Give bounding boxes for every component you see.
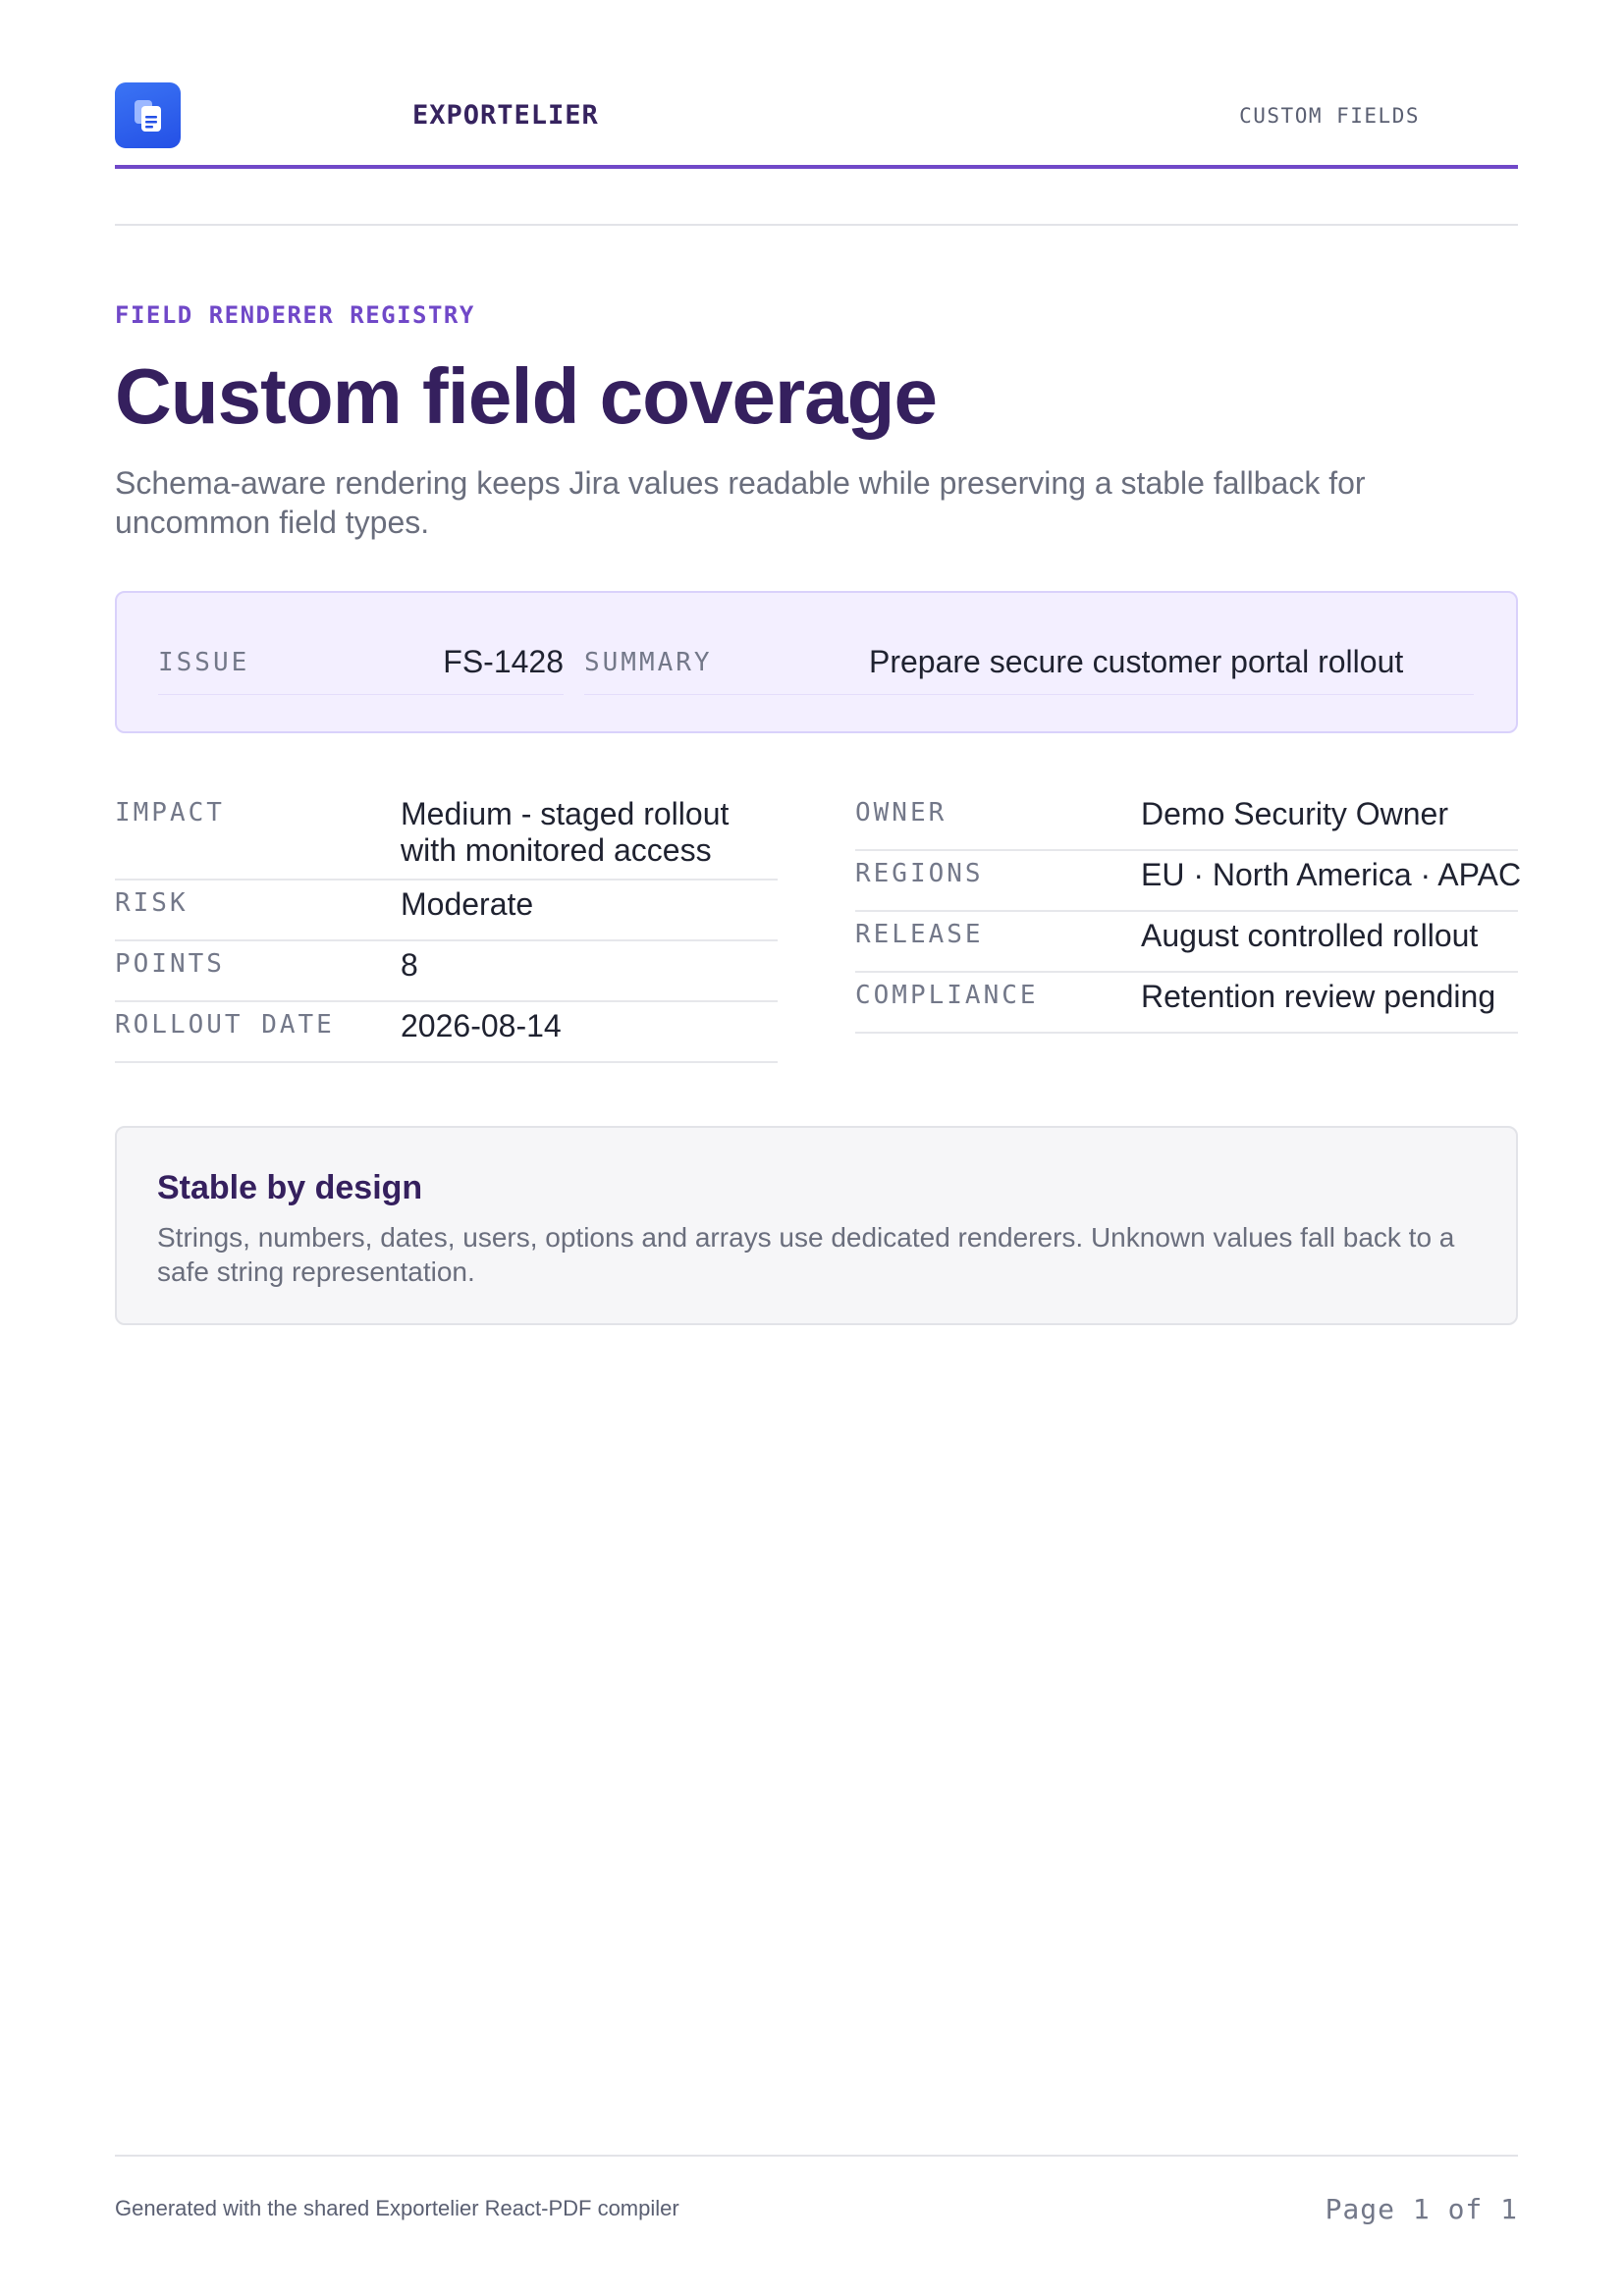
field-row-release: RELEASE August controlled rollout	[855, 912, 1518, 973]
footer-divider	[115, 2155, 1518, 2157]
document-icon	[135, 100, 161, 132]
field-row-risk: RISK Moderate	[115, 881, 778, 941]
issue-summary-box: ISSUE FS-1428 SUMMARY Prepare secure cus…	[115, 591, 1518, 733]
field-label: IMPACT	[115, 798, 225, 828]
field-row-points: POINTS 8	[115, 941, 778, 1002]
stable-design-callout: Stable by design Strings, numbers, dates…	[115, 1126, 1518, 1325]
brand-name: EXPORTELIER	[412, 100, 599, 131]
fields-table-left: IMPACT Medium - staged rollout with moni…	[115, 790, 778, 1063]
issue-summary-label: SUMMARY	[584, 648, 713, 677]
issue-key-label: ISSUE	[158, 648, 250, 677]
field-row-compliance: COMPLIANCE Retention review pending	[855, 973, 1518, 1034]
page-title: Custom field coverage	[115, 352, 938, 440]
field-row-rollout-date: ROLLOUT DATE 2026-08-14	[115, 1002, 778, 1063]
field-label: COMPLIANCE	[855, 981, 1039, 1010]
callout-body: Strings, numbers, dates, users, options …	[157, 1222, 1455, 1287]
issue-key-value: FS-1428	[443, 644, 564, 679]
page-header: EXPORTELIER CUSTOM FIELDS	[115, 82, 1518, 169]
field-value: August controlled rollout	[1141, 918, 1479, 953]
field-label: RISK	[115, 888, 189, 918]
field-row-impact: IMPACT Medium - staged rollout with moni…	[115, 790, 778, 881]
field-value: EU · North America · APAC	[1141, 857, 1522, 892]
issue-summary-value: Prepare secure customer portal rollout	[869, 644, 1404, 679]
field-value: Demo Security Owner	[1141, 796, 1448, 831]
brand-logo	[115, 82, 181, 148]
footer-generated-note: Generated with the shared Exportelier Re…	[115, 2196, 679, 2220]
field-value: Retention review pending	[1141, 979, 1496, 1014]
page-number: Page 1 of 1	[1325, 2193, 1518, 2225]
issue-summary-cell: SUMMARY Prepare secure customer portal r…	[584, 638, 1474, 695]
eyebrow-label: FIELD RENDERER REGISTRY	[115, 301, 475, 329]
page-subtitle: Schema-aware rendering keeps Jira values…	[115, 465, 1366, 540]
field-label: OWNER	[855, 798, 947, 828]
field-label: POINTS	[115, 949, 225, 979]
header-divider	[115, 224, 1518, 226]
callout-title: Stable by design	[157, 1169, 423, 1206]
field-value: Moderate	[401, 886, 534, 922]
field-label: REGIONS	[855, 859, 984, 888]
field-label: ROLLOUT DATE	[115, 1010, 335, 1040]
fields-table-right: OWNER Demo Security Owner REGIONS EU · N…	[855, 790, 1522, 1034]
field-row-regions: REGIONS EU · North America · APAC	[855, 851, 1522, 912]
issue-key-cell: ISSUE FS-1428	[158, 638, 564, 695]
field-value: 8	[401, 947, 418, 983]
field-value: Medium - staged rollout with monitored a…	[401, 796, 730, 868]
field-row-owner: OWNER Demo Security Owner	[855, 790, 1518, 851]
section-tag: CUSTOM FIELDS	[1239, 104, 1420, 128]
field-value: 2026-08-14	[401, 1008, 562, 1043]
field-label: RELEASE	[855, 920, 984, 949]
